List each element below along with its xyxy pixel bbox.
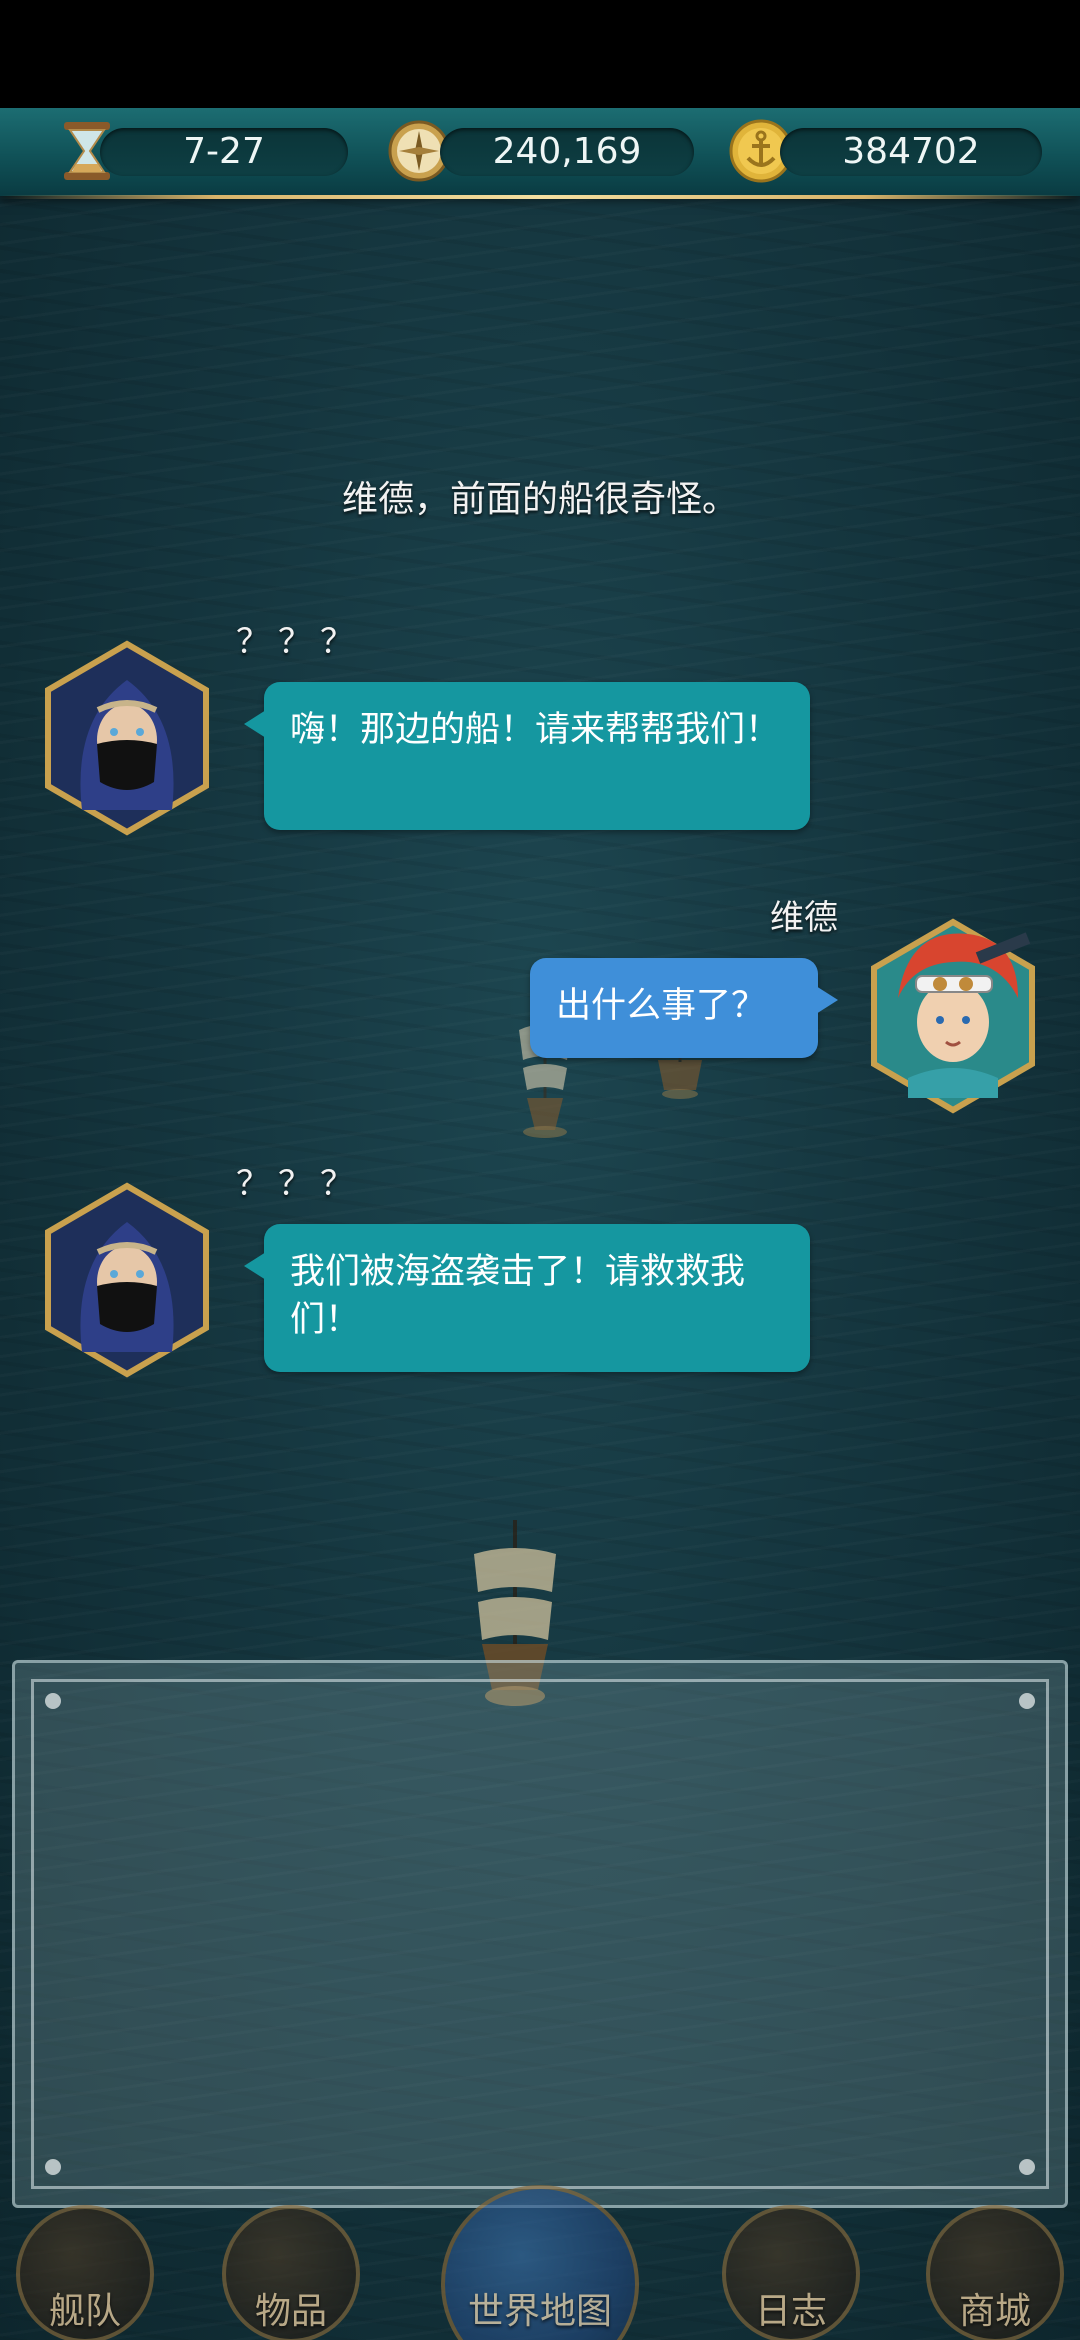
dialog-panel[interactable] (12, 1660, 1068, 2208)
hooded-stranger-portrait (45, 640, 209, 836)
speaker-name-stranger: ？？？ (236, 622, 362, 662)
narration-text: 维德，前面的船很奇怪。 (341, 479, 738, 520)
coin-value: 384702 (842, 131, 980, 172)
nav-shop-label: 商城 (958, 2291, 1031, 2332)
bottom-nav: 舰队 物品 世界地图 日志 商城 (0, 2185, 1080, 2340)
nav-shop[interactable]: 商城 (910, 2195, 1080, 2340)
hooded-stranger-portrait-2 (45, 1182, 209, 1378)
dialogue-bubble-wade: 出什么事了？ (530, 958, 838, 1058)
nav-log-label: 日志 (754, 2291, 827, 2332)
nav-items[interactable]: 物品 (206, 2195, 376, 2340)
nav-log[interactable]: 日志 (706, 2195, 876, 2340)
nav-fleet-label: 舰队 (48, 2291, 121, 2332)
rivet-top-left (45, 1693, 61, 1709)
nav-items-label: 物品 (254, 2291, 327, 2332)
dialogue-bubble-stranger: 嗨！那边的船！请来帮帮我们！ (244, 682, 810, 830)
rivet-bottom-right (1019, 2159, 1035, 2175)
date-display: 7-27 (100, 128, 348, 176)
dialogue-bubble-stranger-2: 我们被海盗袭击了！请救救我们！ (244, 1224, 810, 1372)
rivet-top-right (1019, 1693, 1035, 1709)
speaker-name-wade: 维德 (770, 898, 838, 938)
nav-world-map-label: 世界地图 (467, 2291, 612, 2332)
resource-bar: 7-27 240,169 384702 (0, 108, 1080, 199)
nav-fleet[interactable]: 舰队 (0, 2195, 170, 2340)
rivet-bottom-left (45, 2159, 61, 2175)
nav-world-map[interactable]: 世界地图 (430, 2185, 650, 2340)
compass-value: 240,169 (492, 131, 642, 172)
dialog-panel-frame (31, 1679, 1049, 2189)
compass-value-display: 240,169 (440, 128, 694, 176)
speaker-name-stranger-2: ？？？ (236, 1164, 362, 1204)
game-screen: 7-27 240,169 384702 维德，前面的船很奇怪。 ？？？ 嗨！那边… (0, 0, 1080, 2340)
wade-portrait (871, 918, 1035, 1114)
date-value: 7-27 (183, 131, 265, 172)
coin-display: 384702 (780, 128, 1042, 176)
